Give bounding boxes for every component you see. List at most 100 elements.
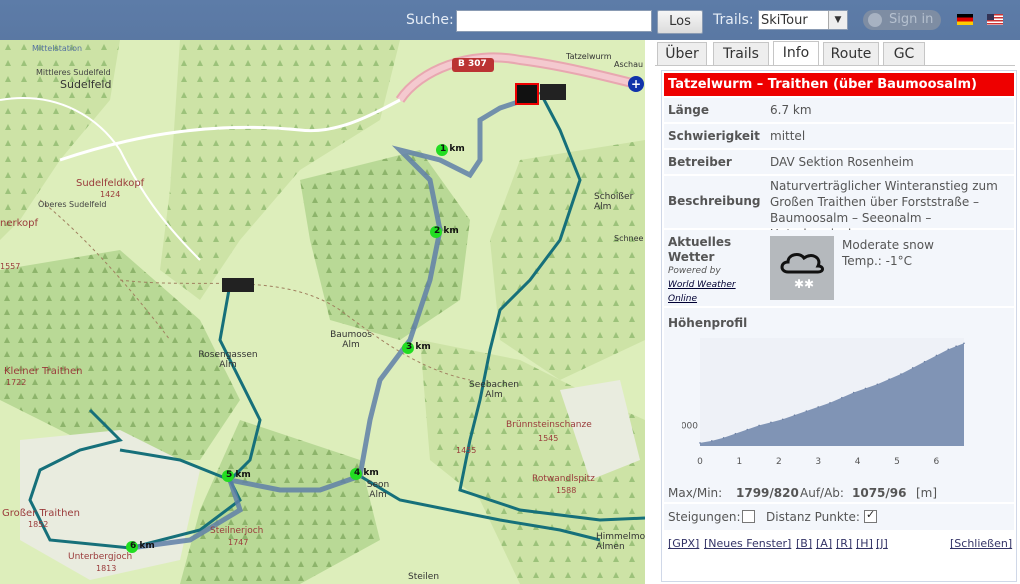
x-tick-label: 1 [737,457,743,467]
info-row-difficulty: Schwierigkeit mittel [664,124,1014,148]
map-label-sudelfeldkopf: Sudelfeldkopf [76,178,145,189]
weather-provider-link[interactable]: World Weather Online [668,278,748,306]
trails-select-value: SkiTour [761,13,808,28]
top-toolbar: Suche: Los Trails: SkiTour ▼ Sign in [0,0,1020,40]
distanz-checkbox[interactable]: ✓ [864,508,877,523]
sign-in-label: Sign in [889,12,934,27]
map-canvas[interactable]: + [0,40,645,584]
elevation-point [852,391,855,394]
tab-ueber[interactable]: Über [657,42,707,65]
gpx-link[interactable]: [GPX] [668,537,699,550]
snow-cloud-icon: ✱✱ [770,236,834,300]
elevation-point [711,440,713,442]
map-label-elev-1545: 1545 [538,434,559,443]
elevation-point [911,367,914,369]
link-j[interactable]: [J] [876,537,888,550]
search-label: Suche: [406,12,454,28]
map-label-aschau: Aschau [614,60,644,69]
map-label-rotwandlspitz: Rotwandlspitz [532,474,595,484]
updown-label: Auf/Ab: [800,486,844,500]
elevation-point [829,402,831,404]
info-row-weather: Aktuelles Wetter Powered by World Weathe… [664,230,1014,306]
side-panel: Über Trails Info Route GC Tatzelwurm – T… [655,40,1020,584]
elevation-point [955,345,957,348]
elevation-point [758,424,760,427]
search-input[interactable] [456,10,652,32]
link-r[interactable]: [R] [836,537,852,550]
elevation-point [923,360,926,363]
flag-de-icon[interactable] [957,14,973,25]
elevation-point [699,442,701,444]
map-label-mittelstation: Mittelstation [32,44,83,53]
tab-trails[interactable]: Trails [713,42,769,65]
link-h[interactable]: [H] [856,537,873,550]
map-label-seebachen-alm: Seebachen Alm [469,380,519,400]
length-value: 6.7 km [770,103,812,117]
map-label-grosser-traithen: Großer Traithen [2,508,80,519]
elevation-point [722,436,725,439]
x-tick-label: 0 [697,457,703,467]
operator-value: DAV Sektion Rosenheim [770,155,914,169]
search-button[interactable]: Los [657,10,703,34]
elevation-profile: Höhenprofil 0 1 2 3 4 5 6 1000 Max/Min: 1799/82… [664,308,1014,502]
elevation-point [841,396,843,399]
elevation-point [817,406,820,408]
tab-gc[interactable]: GC [883,42,925,65]
map-label-steilnerjoch: Steilnerjoch [210,526,264,536]
map-label-schoisser-alm: Schoißer Alm [594,192,634,212]
tab-info[interactable]: Info [773,41,819,66]
km-label-6: 6 km [130,541,155,551]
sign-in-button[interactable]: Sign in [863,10,941,30]
map-label-oberes-sudelfeld: Oberes Sudelfeld [38,200,107,209]
difficulty-key: Schwierigkeit [668,129,760,143]
close-link[interactable]: [Schließen] [950,537,1012,550]
map-label-elev-1747: 1747 [228,538,249,547]
elevation-point [746,428,749,431]
chevron-down-icon: ▼ [828,11,847,29]
elevation-point [864,387,867,390]
map-label-himmelmoo-almen: Himmelmoo Almen [596,532,645,552]
tab-route[interactable]: Route [823,42,879,65]
trail-title: Tatzelwurm – Traithen (über Baumoosalm) [664,73,1014,96]
info-row-length: Länge 6.7 km [664,98,1014,122]
elevation-point [734,432,737,435]
steigungen-checkbox[interactable] [742,510,755,523]
map-label-nerkopf: nerkopf [0,218,39,229]
maxmin-value: 1799/820 [736,486,799,500]
map-label-elev-1852: 1852 [28,520,49,529]
description-key: Beschreibung [668,194,761,208]
elevation-point [770,421,772,424]
map-label-elev-1455: 1455 [456,446,477,455]
map-label-rosengassen-alm: Rosengassen Alm [198,350,258,370]
map-label-kleiner-traithen: Kleiner Traithen [4,366,83,377]
checkmark-icon: ✓ [866,508,876,521]
elevation-point [805,410,808,412]
km-label-2: 2 km [434,226,459,236]
map-label-elev-1722: 1722 [6,378,27,387]
unit-label: [m] [916,486,938,500]
map-label-seon-alm: Seon Alm [366,480,390,500]
flag-us-icon[interactable] [987,14,1003,25]
updown-value: 1075/96 [852,486,907,500]
operator-key: Betreiber [668,155,732,169]
difficulty-value: mittel [770,129,806,143]
map-label-steilen: Steilen [408,572,440,582]
map-view[interactable]: + Mittelstation Mittleres Sudelfeld Sude… [0,40,645,584]
profile-title: Höhenprofil [668,316,748,330]
new-window-link[interactable]: [Neues Fenster] [704,537,791,550]
tab-bar: Über Trails Info Route GC [655,40,1015,66]
tab-divider [655,65,1015,66]
elevation-point [781,418,784,421]
elevation-point [876,383,879,386]
link-b[interactable]: [B] [796,537,812,550]
info-row-operator: Betreiber DAV Sektion Rosenheim [664,150,1014,174]
link-a[interactable]: [A] [816,537,832,550]
km-label-1: 1 km [440,144,465,154]
map-label-sudelfeld: Sudelfeld [60,78,112,91]
trails-select[interactable]: SkiTour ▼ [758,10,848,30]
elevation-point [947,348,950,351]
x-tick-label: 2 [776,457,782,467]
user-icon [868,13,882,27]
elevation-point [963,342,965,345]
y-tick-label: 1000 [682,421,698,431]
